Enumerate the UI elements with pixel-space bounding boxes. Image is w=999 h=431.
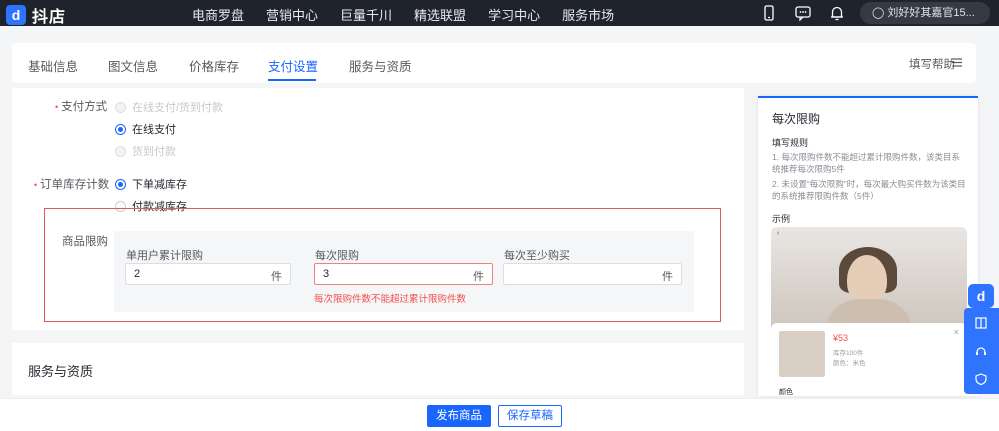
shield-icon[interactable] [974,372,988,386]
floating-logo-button[interactable]: d [968,284,994,308]
publish-button[interactable]: 发布商品 [427,405,491,427]
example-sku-popup: ¥53 库存100件 颜色：米色 × 颜色 [771,323,967,396]
top-nav-menu: 电商罗盘 营销中心 巨量千川 精选联盟 学习中心 服务市场 [192,5,636,24]
help-panel-title: 每次限购 [772,112,821,126]
per-order-limit-input[interactable]: 3 件 [314,263,493,285]
rules-title: 填写规则 [772,138,809,148]
section-tabs: 基础信息 图文信息 价格库存 支付设置 服务与资质 填写帮助 [12,43,976,83]
active-tab-indicator [268,79,316,81]
example-phone-image: ‹ ¥53 库存100件 颜色：米色 × 颜色 [771,227,967,396]
back-arrow-icon: ‹ [777,230,780,237]
services-card: 服务与资质 [12,343,744,395]
menu-icon[interactable] [952,58,962,67]
message-icon[interactable] [794,4,812,22]
app-logo[interactable]: d 抖店 [6,3,66,27]
book-icon[interactable] [974,316,988,330]
product-thumbnail [779,331,825,377]
top-nav-bar: d 抖店 电商罗盘 营销中心 巨量千川 精选联盟 学习中心 服务市场 ◯ 刘好好… [0,0,999,26]
payment-option-online[interactable]: 在线支付 [115,121,176,137]
bell-icon[interactable] [828,4,846,22]
min-purchase-input[interactable]: 件 [503,263,682,285]
required-mark: • [55,102,59,112]
nav-item-market[interactable]: 服务市场 [562,5,614,24]
save-draft-button[interactable]: 保存草稿 [498,405,562,427]
tab-services[interactable]: 服务与资质 [349,56,412,75]
tab-payment-settings[interactable]: 支付设置 [268,56,318,75]
help-panel: 每次限购 填写规则 1. 每次限购件数不能超过累计限购件数，该类目系统推荐每次限… [758,96,978,396]
min-purchase-label: 每次至少购买 [504,250,570,262]
rule-item: 1. 每次限购件数不能超过累计限购件数，该类目系统推荐每次限购5件 [772,152,960,174]
fill-help-link[interactable]: 填写帮助 [909,56,955,72]
nav-item-qianchuan[interactable]: 巨量千川 [340,5,392,24]
example-price: ¥53 [833,333,849,343]
payment-option-cod[interactable]: 货到付款 [115,143,176,159]
tab-price-stock[interactable]: 价格库存 [189,56,239,75]
nav-item-alliance[interactable]: 精选联盟 [414,5,466,24]
stock-option-on-order[interactable]: 下单减库存 [115,176,187,192]
nav-item-learning[interactable]: 学习中心 [488,5,540,24]
required-mark: • [34,180,38,190]
nav-item-compass[interactable]: 电商罗盘 [192,5,244,24]
total-limit-input[interactable]: 2 件 [125,263,291,285]
user-icon: ◯ [872,7,885,19]
tab-basic-info[interactable]: 基础信息 [28,56,78,75]
per-order-limit-error: 每次限购件数不能超过累计限购件数 [314,294,467,305]
radio-button-checked [115,123,126,135]
bottom-action-bar: 发布商品 保存草稿 [0,398,999,431]
tab-image-text[interactable]: 图文信息 [108,56,158,75]
logo-mark: d [6,5,26,25]
user-menu[interactable]: ◯ 刘好好其嘉官15... [860,2,990,24]
example-title: 示例 [772,214,791,224]
services-title: 服务与资质 [28,364,94,379]
payment-option-online-cod[interactable]: 在线支付/货到付款 [115,99,223,115]
headset-icon[interactable] [974,344,988,358]
radio-button-checked [115,178,126,190]
floating-toolbar [964,308,999,394]
example-stock: 库存100件 [833,350,864,357]
nav-item-marketing[interactable]: 营销中心 [266,5,318,24]
radio-button [115,145,126,157]
logo-text: 抖店 [32,9,67,26]
example-color: 颜色：米色 [833,360,866,367]
total-limit-label: 单用户累计限购 [126,250,203,262]
payment-method-label: • 支付方式 [55,101,108,113]
purchase-limit-label: 商品限购 [62,236,108,248]
rule-item: 2. 未设置“每次限购”时，每次最大购买件数为该类目的系统推荐限购件数（5件） [772,179,966,201]
phone-icon[interactable] [760,4,778,22]
close-icon: × [953,327,959,337]
per-order-limit-label: 每次限购 [315,250,359,262]
radio-button [115,101,126,113]
model-image [847,255,887,305]
example-footer: 颜色 [779,389,793,396]
stock-count-label: • 订单库存计数 [34,179,110,191]
user-name: 刘好好其嘉官15... [887,7,975,19]
